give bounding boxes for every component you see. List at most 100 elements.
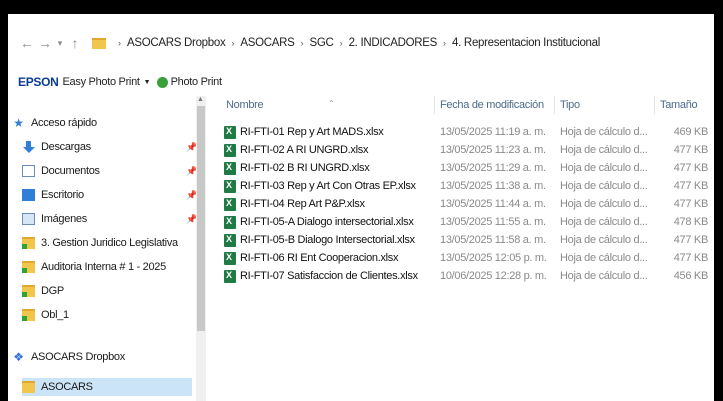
column-header-name[interactable]: Nombre <box>226 99 264 111</box>
sidebar-item-label: Obl_1 <box>41 309 69 321</box>
sidebar-item-label: DGP <box>41 285 64 297</box>
epson-toolbar: EPSON Easy Photo Print ▼ Photo Print <box>8 72 714 92</box>
file-row[interactable]: RI-FTI-05-A Dialogo intersectorial.xlsx … <box>220 214 714 232</box>
file-name: RI-FTI-02 B RI UNGRD.xlsx <box>240 162 370 174</box>
file-row[interactable]: RI-FTI-02 B RI UNGRD.xlsx 13/05/2025 11:… <box>220 160 714 178</box>
file-row[interactable]: RI-FTI-03 Rep y Art Con Otras EP.xlsx 13… <box>220 178 714 196</box>
file-type: Hoja de cálculo d... <box>560 162 648 174</box>
scrollbar-thumb[interactable] <box>197 106 205 331</box>
file-name: RI-FTI-02 A RI UNGRD.xlsx <box>240 144 369 156</box>
folder-icon <box>22 285 35 297</box>
sidebar-item-gestion-juridico[interactable]: 3. Gestion Juridico Legislativa <box>22 234 178 252</box>
file-size: 478 KB <box>673 216 709 228</box>
file-size: 477 KB <box>673 144 709 156</box>
file-explorer-window: ← → ▾ ↑ › ASOCARS Dropbox › ASOCARS › SG… <box>8 14 714 401</box>
file-type: Hoja de cálculo d... <box>560 216 648 228</box>
excel-file-icon <box>224 198 236 211</box>
sidebar-item-dropbox[interactable]: ❖ ASOCARS Dropbox <box>12 348 125 366</box>
epson-brand: EPSON <box>18 75 59 89</box>
sidebar-item-quick-access[interactable]: ★ Acceso rápido <box>12 114 97 132</box>
file-date: 10/06/2025 12:28 p. m. <box>440 270 547 282</box>
sidebar-item-escritorio[interactable]: Escritorio <box>22 186 84 204</box>
dropdown-arrow-icon[interactable]: ▼ <box>144 79 151 86</box>
excel-file-icon <box>224 216 236 229</box>
sidebar-item-label: Escritorio <box>41 189 84 201</box>
desktop-icon <box>22 189 35 201</box>
file-type: Hoja de cálculo d... <box>560 234 648 246</box>
breadcrumb-item[interactable]: SGC <box>310 37 334 49</box>
breadcrumb-item[interactable]: ASOCARS <box>240 37 294 49</box>
file-name: RI-FTI-03 Rep y Art Con Otras EP.xlsx <box>240 180 416 192</box>
forward-arrow-icon[interactable]: → <box>36 35 54 51</box>
column-header-date[interactable]: Fecha de modificación <box>440 99 544 111</box>
file-date: 13/05/2025 11:55 a. m. <box>440 216 546 228</box>
breadcrumb-separator-icon[interactable]: › <box>443 38 446 48</box>
excel-file-icon <box>224 162 236 175</box>
file-size: 477 KB <box>673 198 709 210</box>
file-size: 477 KB <box>673 180 709 192</box>
file-type: Hoja de cálculo d... <box>560 252 648 264</box>
file-name: RI-FTI-04 Rep Art P&P.xlsx <box>240 198 365 210</box>
column-header-size[interactable]: Tamaño <box>660 99 698 111</box>
file-type: Hoja de cálculo d... <box>560 126 648 138</box>
sidebar-item-label: Auditoria Interna # 1 - 2025 <box>41 261 166 273</box>
file-name: RI-FTI-05-A Dialogo intersectorial.xlsx <box>240 216 414 228</box>
file-size: 456 KB <box>673 270 709 282</box>
file-row[interactable]: RI-FTI-04 Rep Art P&P.xlsx 13/05/2025 11… <box>220 196 714 214</box>
file-row[interactable]: RI-FTI-06 RI Ent Cooperacion.xlsx 13/05/… <box>220 250 714 268</box>
download-icon <box>22 141 35 153</box>
column-header-type[interactable]: Tipo <box>560 99 580 111</box>
sidebar-item-label: Imágenes <box>41 213 87 225</box>
excel-file-icon <box>224 234 236 247</box>
sidebar-item-label: ASOCARS Dropbox <box>31 351 125 363</box>
photo-print-button[interactable]: Photo Print <box>171 76 222 88</box>
document-icon <box>22 165 35 177</box>
back-arrow-icon[interactable]: ← <box>18 35 36 51</box>
breadcrumb-separator-icon[interactable]: › <box>118 38 121 48</box>
column-divider[interactable] <box>554 96 555 114</box>
excel-file-icon <box>224 270 236 283</box>
file-type: Hoja de cálculo d... <box>560 180 648 192</box>
file-row[interactable]: RI-FTI-07 Satisfaccion de Clientes.xlsx … <box>220 268 714 286</box>
folder-icon <box>22 309 35 321</box>
sidebar-item-label: Documentos <box>41 165 100 177</box>
excel-file-icon <box>224 126 236 139</box>
photo-print-icon <box>156 76 168 88</box>
sidebar-item-asocars[interactable]: ASOCARS <box>22 378 192 396</box>
folder-icon <box>22 261 35 273</box>
breadcrumb-separator-icon[interactable]: › <box>231 38 234 48</box>
sidebar-scrollbar[interactable]: ▲ <box>196 96 206 401</box>
file-name: RI-FTI-06 RI Ent Cooperacion.xlsx <box>240 252 399 264</box>
file-row[interactable]: RI-FTI-01 Rep y Art MADS.xlsx 13/05/2025… <box>220 124 714 142</box>
excel-file-icon <box>224 180 236 193</box>
sidebar-item-obl1[interactable]: Obl_1 <box>22 306 69 324</box>
sidebar-item-descargas[interactable]: Descargas <box>22 138 91 156</box>
column-divider[interactable] <box>654 96 655 114</box>
file-type: Hoja de cálculo d... <box>560 198 648 210</box>
file-date: 13/05/2025 12:05 p. m. <box>440 252 547 264</box>
up-arrow-icon[interactable]: ↑ <box>66 35 84 51</box>
file-row[interactable]: RI-FTI-05-B Dialogo Intersectorial.xlsx … <box>220 232 714 250</box>
file-row[interactable]: RI-FTI-02 A RI UNGRD.xlsx 13/05/2025 11:… <box>220 142 714 160</box>
breadcrumb[interactable]: › ASOCARS Dropbox › ASOCARS › SGC › 2. I… <box>92 31 600 55</box>
sidebar-item-auditoria[interactable]: Auditoria Interna # 1 - 2025 <box>22 258 166 276</box>
sidebar-item-label: ASOCARS <box>41 381 93 393</box>
column-divider[interactable] <box>434 96 435 114</box>
breadcrumb-separator-icon[interactable]: › <box>301 38 304 48</box>
breadcrumb-item[interactable]: 2. INDICADORES <box>349 37 438 49</box>
file-name: RI-FTI-07 Satisfaccion de Clientes.xlsx <box>240 270 418 282</box>
breadcrumb-item[interactable]: ASOCARS Dropbox <box>127 37 226 49</box>
dropbox-icon: ❖ <box>13 350 24 364</box>
navigation-pane: ★ Acceso rápido Descargas 📌 Documentos 📌… <box>8 94 208 401</box>
file-name: RI-FTI-01 Rep y Art MADS.xlsx <box>240 126 384 138</box>
easy-photo-print-button[interactable]: Easy Photo Print <box>63 76 140 88</box>
file-list: ⌃ Nombre Fecha de modificación Tipo Tama… <box>220 94 714 401</box>
breadcrumb-item-current[interactable]: 4. Representacion Institucional <box>452 37 600 49</box>
recent-locations-chevron-icon[interactable]: ▾ <box>54 38 66 49</box>
sidebar-item-documentos[interactable]: Documentos <box>22 162 100 180</box>
sidebar-item-dgp[interactable]: DGP <box>22 282 64 300</box>
breadcrumb-separator-icon[interactable]: › <box>340 38 343 48</box>
file-date: 13/05/2025 11:23 a. m. <box>440 144 546 156</box>
sidebar-item-imagenes[interactable]: Imágenes <box>22 210 87 228</box>
scroll-up-icon[interactable]: ▲ <box>197 96 204 103</box>
